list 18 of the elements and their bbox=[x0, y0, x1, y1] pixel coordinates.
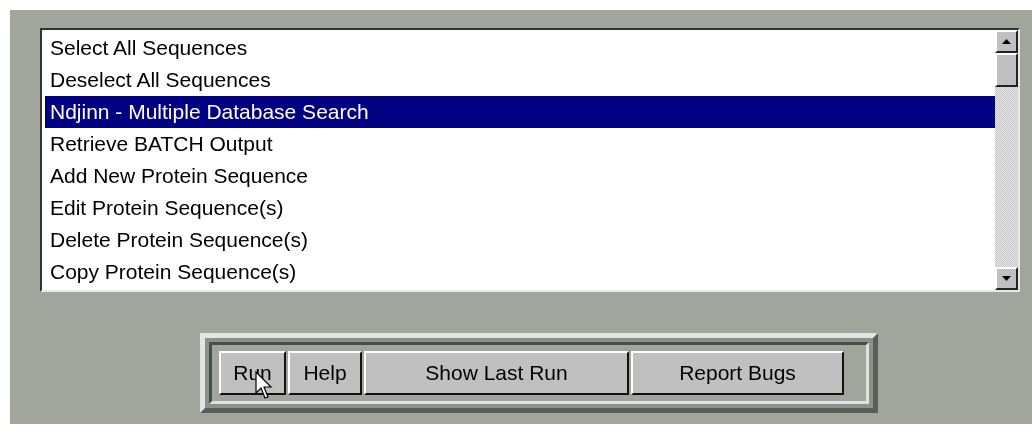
list-item[interactable]: Copy Protein Sequence(s) bbox=[45, 256, 995, 288]
list-item[interactable]: Select All Sequences bbox=[45, 32, 995, 64]
list-item[interactable]: Retrieve BATCH Output bbox=[45, 128, 995, 160]
scroll-thumb[interactable] bbox=[995, 53, 1018, 87]
toolbar-button[interactable]: Report Bugs bbox=[631, 351, 844, 395]
list-item[interactable]: Ndjinn - Multiple Database Search bbox=[45, 96, 995, 128]
scrollbar[interactable] bbox=[995, 30, 1018, 290]
list-item[interactable]: Deselect All Sequences bbox=[45, 64, 995, 96]
scroll-up-button[interactable] bbox=[995, 30, 1018, 53]
list-item[interactable]: Add New Protein Sequence bbox=[45, 160, 995, 192]
list-item[interactable]: Delete Protein Sequence(s) bbox=[45, 224, 995, 256]
list-item[interactable]: Edit Protein Sequence(s) bbox=[45, 192, 995, 224]
toolbar-button[interactable]: Help bbox=[288, 351, 362, 395]
scroll-down-button[interactable] bbox=[995, 267, 1018, 290]
toolbar-button[interactable]: Show Last Run bbox=[364, 351, 629, 395]
down-arrow-icon bbox=[1002, 276, 1011, 281]
up-arrow-icon bbox=[1002, 39, 1011, 44]
list-box[interactable] bbox=[40, 28, 1020, 292]
